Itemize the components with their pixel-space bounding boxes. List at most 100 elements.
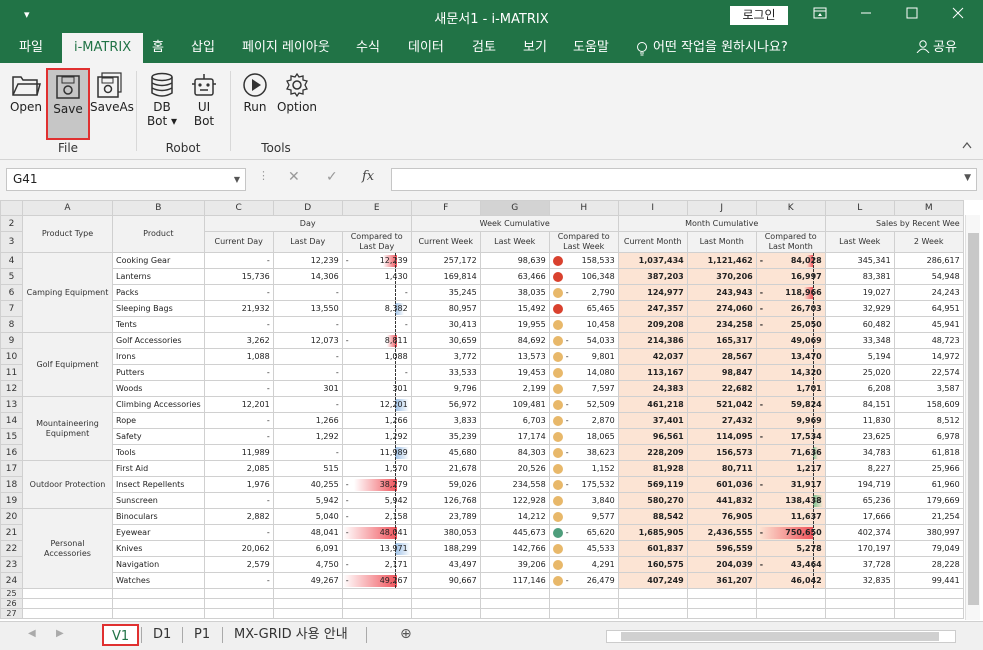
current-month-cell[interactable]: 88,542 <box>617 508 688 525</box>
empty-cell[interactable] <box>341 588 412 599</box>
recent-last-week-cell[interactable]: 33,348 <box>824 332 895 349</box>
empty-cell[interactable] <box>22 608 113 619</box>
current-month-cell[interactable]: 37,401 <box>617 412 688 429</box>
last-month-cell[interactable]: 243,943 <box>686 284 757 301</box>
last-week-cell[interactable]: 142,766 <box>479 540 550 557</box>
last-day-cell[interactable]: 515 <box>272 460 343 477</box>
current-day-cell[interactable]: 12,201 <box>203 396 274 413</box>
compared-month-cell[interactable]: - 26,703 <box>755 300 826 317</box>
last-month-cell[interactable]: 601,036 <box>686 476 757 493</box>
recent-2week-cell[interactable]: 6,978 <box>893 428 964 445</box>
current-day-cell[interactable]: 1,976 <box>203 476 274 493</box>
last-day-cell[interactable]: 5,040 <box>272 508 343 525</box>
current-week-cell[interactable]: 126,768 <box>410 492 481 509</box>
recent-2week-cell[interactable]: 54,948 <box>893 268 964 285</box>
row-number[interactable]: 6 <box>0 284 23 301</box>
empty-cell[interactable] <box>272 588 343 599</box>
menu-tab-4[interactable]: 페이지 레이아웃 <box>241 33 331 63</box>
product-cell[interactable]: Cooking Gear <box>112 252 205 269</box>
last-week-cell[interactable]: 84,303 <box>479 444 550 461</box>
current-month-cell[interactable]: 601,837 <box>617 540 688 557</box>
recent-last-week-cell[interactable]: 11,830 <box>824 412 895 429</box>
menu-tab-8[interactable]: 보기 <box>522 33 548 63</box>
row-number[interactable]: 26 <box>0 598 23 609</box>
compared-week-cell[interactable]: 4,291 <box>548 556 619 573</box>
current-week-cell[interactable]: 23,789 <box>410 508 481 525</box>
current-day-cell[interactable]: - <box>203 364 274 381</box>
row-number[interactable]: 10 <box>0 348 23 365</box>
row-number[interactable]: 12 <box>0 380 23 397</box>
recent-2week-cell[interactable]: 28,228 <box>893 556 964 573</box>
compared-day-cell[interactable]: - 8,811 <box>341 332 412 349</box>
chevron-down-icon[interactable]: ▼ <box>234 169 240 190</box>
current-day-cell[interactable]: 15,736 <box>203 268 274 285</box>
last-month-cell[interactable]: 204,039 <box>686 556 757 573</box>
recent-last-week-cell[interactable]: 37,728 <box>824 556 895 573</box>
product-cell[interactable]: Putters <box>112 364 205 381</box>
row-number[interactable]: 5 <box>0 268 23 285</box>
recent-2week-cell[interactable]: 158,609 <box>893 396 964 413</box>
row-number[interactable]: 9 <box>0 332 23 349</box>
compared-week-cell[interactable]: - 52,509 <box>548 396 619 413</box>
recent-last-week-cell[interactable]: 84,151 <box>824 396 895 413</box>
current-day-cell[interactable]: - <box>203 428 274 445</box>
last-month-cell[interactable]: 98,847 <box>686 364 757 381</box>
current-day-cell[interactable]: 11,989 <box>203 444 274 461</box>
compared-week-cell[interactable]: - 26,479 <box>548 572 619 589</box>
compared-day-cell[interactable]: 13,971 <box>341 540 412 557</box>
current-day-cell[interactable]: - <box>203 252 274 269</box>
current-week-cell[interactable]: 257,172 <box>410 252 481 269</box>
name-box[interactable]: G41 ▼ <box>6 168 246 191</box>
saveas-button[interactable]: SaveAs <box>90 68 134 140</box>
product-type-cell[interactable]: Mountaineering Equipment <box>22 396 113 461</box>
last-month-cell[interactable]: 76,905 <box>686 508 757 525</box>
column-header-H[interactable]: H <box>548 200 619 216</box>
compared-day-cell[interactable]: 12,201 <box>341 396 412 413</box>
empty-cell[interactable] <box>479 608 550 619</box>
last-day-cell[interactable]: 301 <box>272 380 343 397</box>
last-day-cell[interactable]: - <box>272 444 343 461</box>
recent-2week-cell[interactable]: 48,723 <box>893 332 964 349</box>
product-type-cell[interactable]: Golf Equipment <box>22 332 113 397</box>
compared-day-cell[interactable]: - <box>341 316 412 333</box>
last-day-cell[interactable]: 40,255 <box>272 476 343 493</box>
row-number[interactable]: 19 <box>0 492 23 509</box>
last-week-cell[interactable]: 63,466 <box>479 268 550 285</box>
product-cell[interactable]: Binoculars <box>112 508 205 525</box>
compared-day-cell[interactable]: - <box>341 364 412 381</box>
menu-tab-3[interactable]: 삽입 <box>190 33 216 63</box>
last-week-cell[interactable]: 445,673 <box>479 524 550 541</box>
spreadsheet-grid[interactable]: A B C D E F G H I J K L M 2 Product Type Product Day Week… <box>0 200 965 620</box>
compared-day-cell[interactable]: 1,292 <box>341 428 412 445</box>
compared-day-cell[interactable]: 301 <box>341 380 412 397</box>
compared-day-cell[interactable]: 1,266 <box>341 412 412 429</box>
current-day-cell[interactable]: - <box>203 492 274 509</box>
last-day-cell[interactable]: 4,750 <box>272 556 343 573</box>
last-day-cell[interactable]: 13,550 <box>272 300 343 317</box>
current-day-cell[interactable]: 1,088 <box>203 348 274 365</box>
open-button[interactable]: Open <box>8 68 44 140</box>
current-day-cell[interactable]: - <box>203 524 274 541</box>
recent-last-week-cell[interactable]: 5,194 <box>824 348 895 365</box>
last-week-cell[interactable]: 98,639 <box>479 252 550 269</box>
compared-month-cell[interactable]: 49,069 <box>755 332 826 349</box>
current-day-cell[interactable]: - <box>203 572 274 589</box>
sheet-tab-3[interactable]: MX-GRID 사용 안내 <box>226 624 356 646</box>
menu-tab-1[interactable]: i-MATRIX <box>62 33 144 63</box>
product-cell[interactable]: Sunscreen <box>112 492 205 509</box>
last-month-cell[interactable]: 521,042 <box>686 396 757 413</box>
compared-week-cell[interactable]: 45,533 <box>548 540 619 557</box>
current-day-cell[interactable]: - <box>203 412 274 429</box>
compared-day-cell[interactable]: 1,088 <box>341 348 412 365</box>
column-header-L[interactable]: L <box>824 200 895 216</box>
column-header-F[interactable]: F <box>410 200 481 216</box>
compared-week-cell[interactable]: 106,348 <box>548 268 619 285</box>
recent-last-week-cell[interactable]: 83,381 <box>824 268 895 285</box>
current-week-cell[interactable]: 169,814 <box>410 268 481 285</box>
row-number[interactable]: 18 <box>0 476 23 493</box>
menu-tab-9[interactable]: 도움말 <box>572 33 610 63</box>
product-cell[interactable]: Woods <box>112 380 205 397</box>
current-month-cell[interactable]: 1,037,434 <box>617 252 688 269</box>
empty-cell[interactable] <box>824 588 895 599</box>
last-month-cell[interactable]: 80,711 <box>686 460 757 477</box>
